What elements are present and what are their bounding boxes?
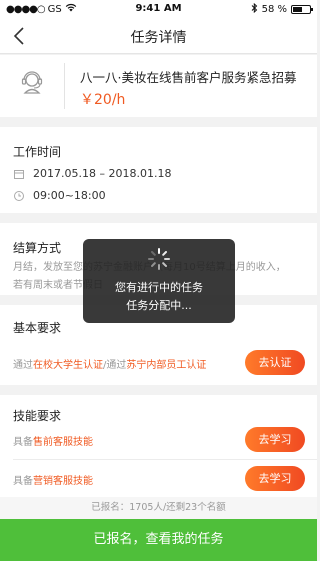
work-time-title: 工作时间 [13, 145, 62, 159]
presales-skill-link[interactable]: 售前客服技能 [33, 437, 93, 448]
basic-req-title: 基本要求 [13, 321, 62, 335]
calendar-icon [13, 168, 25, 180]
job-divider [64, 63, 65, 109]
bluetooth-icon [251, 2, 258, 16]
page-title: 任务详情 [130, 30, 187, 46]
status-right: 58 % [251, 2, 313, 16]
job-card: 八一八·美妆在线售前客户服务紧急招募 ￥20/h [0, 55, 317, 117]
marketing-skill-link[interactable]: 营销客服技能 [33, 476, 93, 487]
skill-prefix: 具备 [13, 437, 33, 448]
battery-fill [293, 7, 303, 12]
skill-req-row: 具备营销客服技能 [13, 472, 93, 487]
signup-count: 已报名：1705人/还剩23个名额 [0, 497, 317, 519]
job-title: 八一八·美妆在线售前客户服务紧急招募 [80, 70, 297, 85]
student-cert-link[interactable]: 在校大学生认证 [33, 360, 103, 371]
learn-marketing-button[interactable]: 去学习 [245, 466, 305, 491]
date-range: 2017.05.18 – 2018.01.18 [33, 167, 172, 180]
basic-req-row: 通过在校大学生认证/通过苏宁内部员工认证 [13, 356, 206, 371]
req-separator: /通过 [103, 360, 127, 371]
battery-percent: 58 % [261, 4, 287, 15]
toast-line-2: 任务分配中... [126, 299, 192, 312]
clock-icon [13, 190, 25, 202]
toast-line-1: 您有进行中的任务 [115, 281, 203, 294]
settlement-title: 结算方式 [13, 241, 62, 255]
view-my-tasks-button[interactable]: 已报名，查看我的任务 [0, 519, 317, 561]
headset-agent-icon [16, 67, 48, 99]
skill-req-title: 技能要求 [13, 409, 62, 423]
req-prefix: 通过 [13, 360, 33, 371]
job-salary: ￥20/h [80, 92, 126, 108]
date-range-row: 2017.05.18 – 2018.01.18 [13, 167, 171, 180]
loading-spinner-icon [147, 247, 171, 271]
work-time-section: 工作时间 2017.05.18 – 2018.01.18 09:00~18:00 [0, 127, 317, 213]
skill-req-row: 具备售前客服技能 [13, 433, 93, 448]
skill-prefix: 具备 [13, 476, 33, 487]
nav-bar: 任务详情 [0, 18, 317, 54]
work-hours: 09:00~18:00 [33, 189, 106, 202]
verify-button[interactable]: 去认证 [245, 350, 305, 375]
staff-cert-link[interactable]: 苏宁内部员工认证 [126, 360, 206, 371]
skill-requirements-section: 技能要求 具备售前客服技能 去学习 具备营销客服技能 去学习 [0, 395, 317, 497]
row-divider [13, 459, 317, 460]
battery-icon [291, 5, 313, 14]
status-bar: ●●●●○ GS 9:41 AM 58 % [0, 0, 317, 18]
hours-row: 09:00~18:00 [13, 189, 106, 202]
loading-toast: 您有进行中的任务 任务分配中... [83, 239, 235, 323]
learn-presales-button[interactable]: 去学习 [245, 427, 305, 452]
